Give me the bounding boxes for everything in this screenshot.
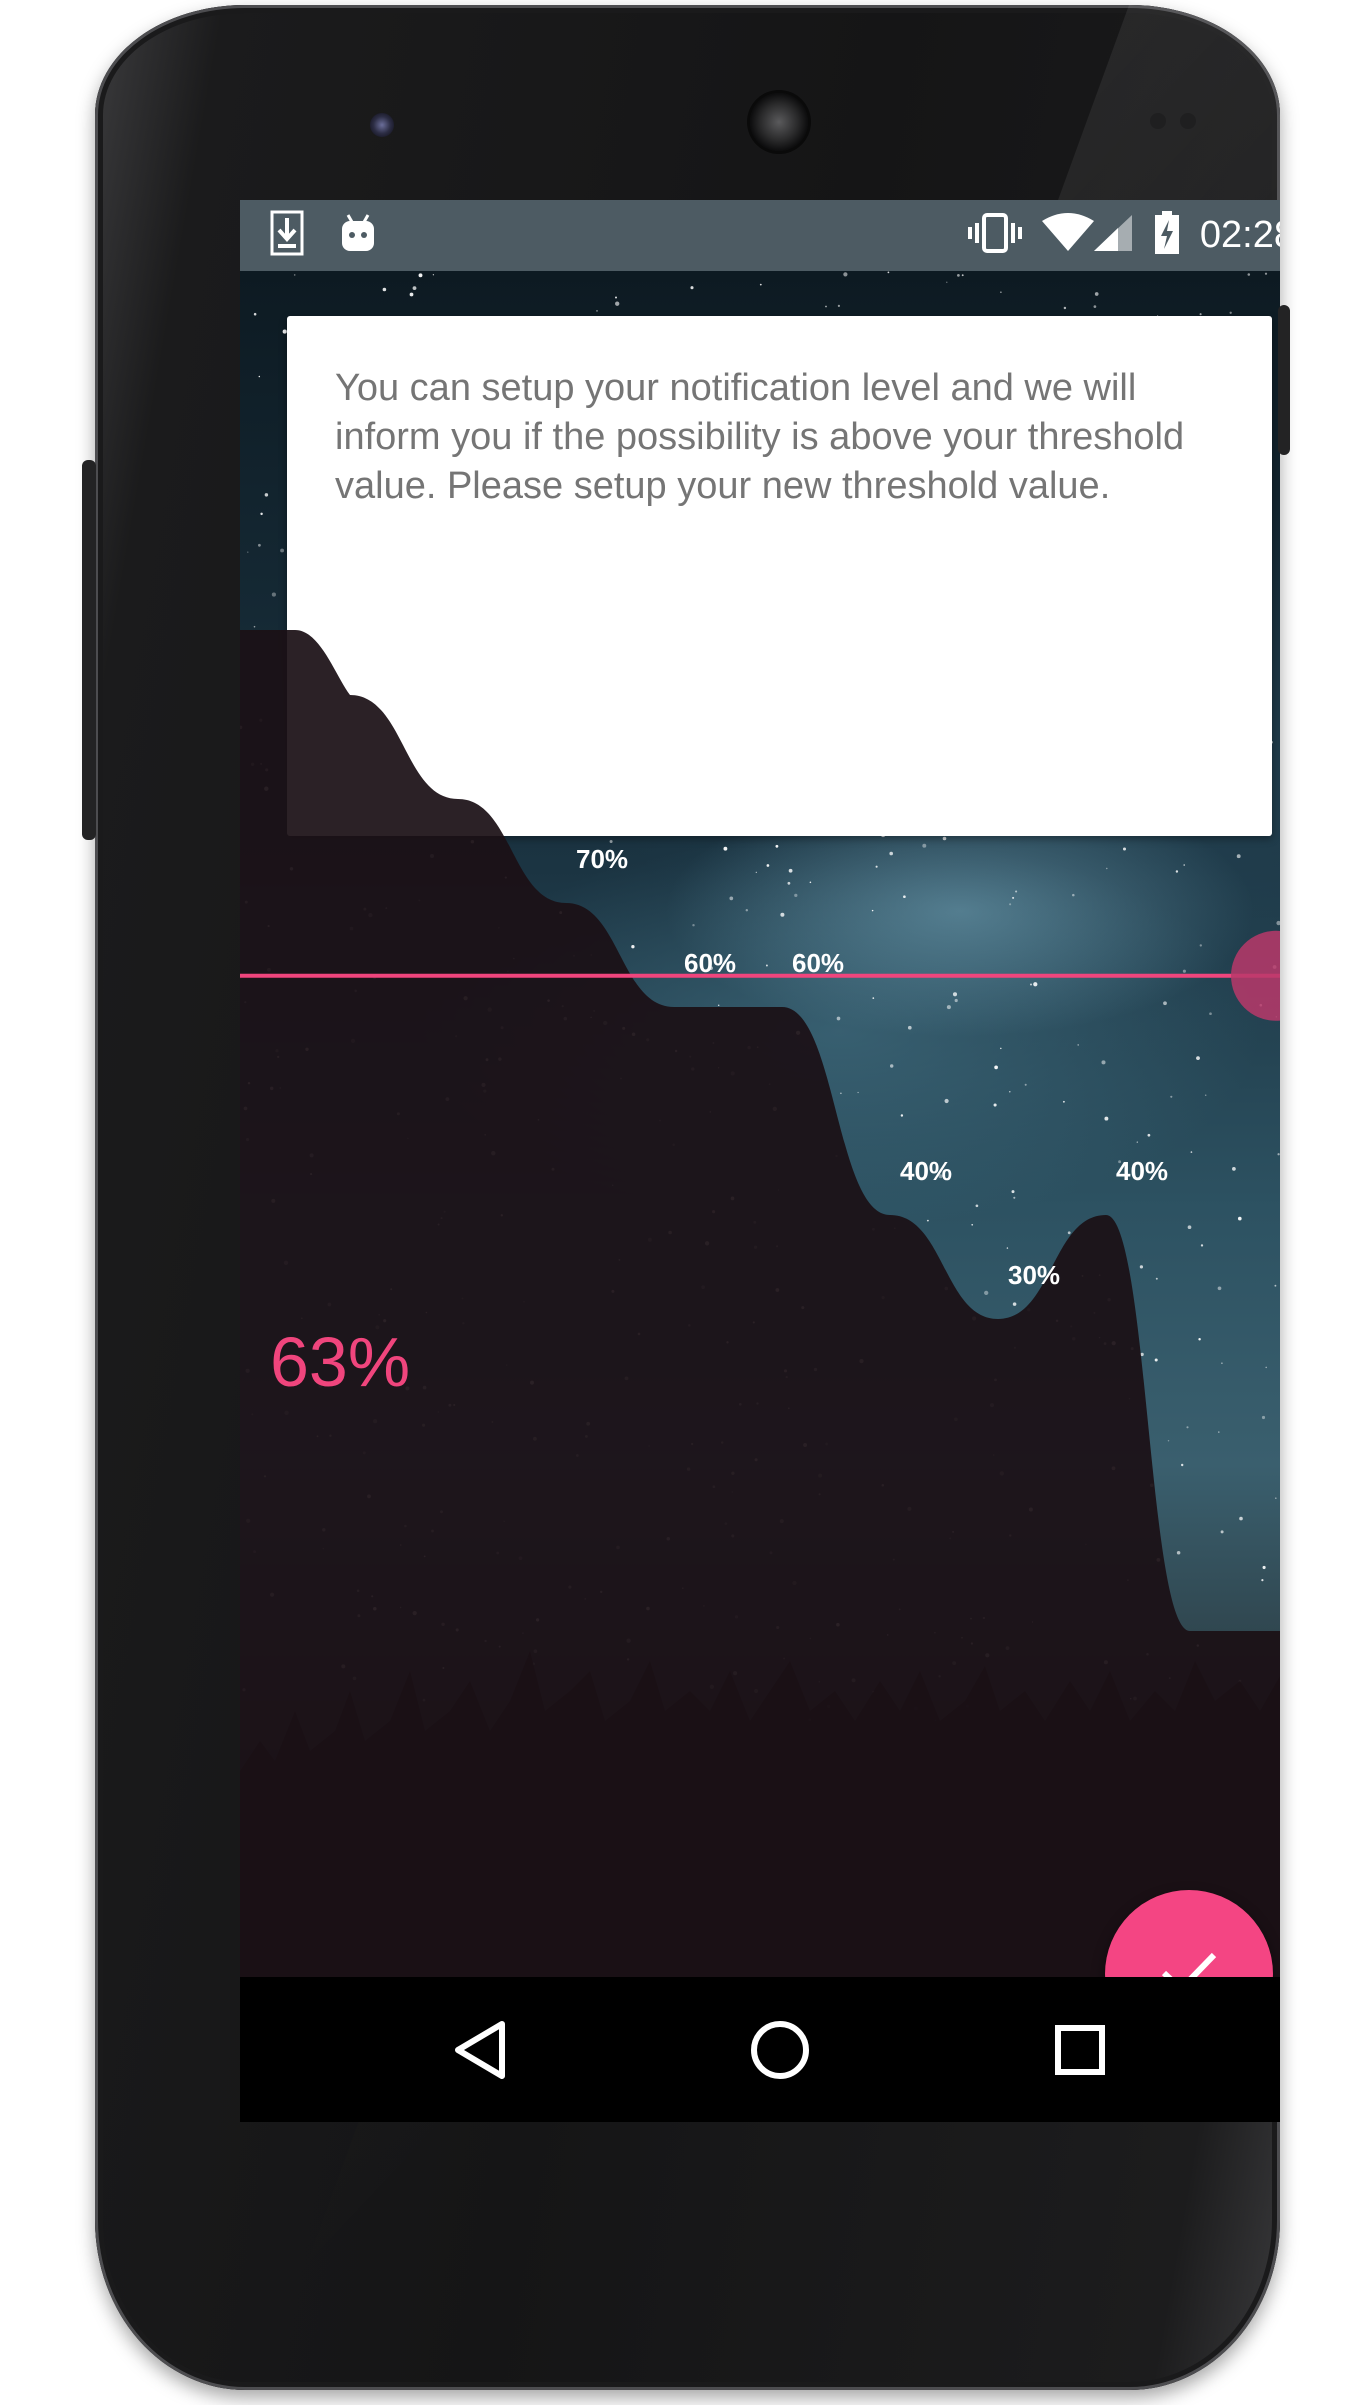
chart-point-label: 40% [1116, 1156, 1168, 1186]
android-icon [340, 213, 376, 257]
power-button [1278, 305, 1290, 455]
status-bar: 02:28 [240, 200, 1280, 271]
back-button[interactable] [440, 2012, 520, 2092]
chart-point-label: 60% [792, 948, 844, 978]
home-icon [749, 2019, 811, 2085]
battery-charging-icon [1154, 211, 1180, 259]
probability-chart[interactable]: 90%80%70%60%60%40%30%40%0% [240, 271, 1280, 1977]
screen: 02:28 You can setup your notification le… [240, 200, 1280, 2122]
navigation-bar [240, 1977, 1280, 2122]
recents-icon [1054, 2024, 1106, 2080]
front-camera [370, 113, 394, 137]
back-icon [452, 2020, 508, 2084]
threshold-value-label: 63% [270, 1323, 411, 1401]
chart-point-label: 30% [1008, 1260, 1060, 1290]
wifi-icon [1041, 213, 1094, 257]
content-area: You can setup your notification level an… [240, 271, 1280, 1977]
chart-point-label: 70% [576, 844, 628, 874]
cell-signal-icon [1092, 213, 1134, 257]
proximity-sensor [1150, 113, 1166, 129]
download-icon [270, 210, 304, 260]
volume-rocker [82, 460, 96, 840]
home-button[interactable] [740, 2012, 820, 2092]
chart-area [240, 630, 1280, 1977]
light-sensor [1180, 113, 1196, 129]
phone-device: 02:28 You can setup your notification le… [95, 5, 1280, 2390]
chart-point-label: 90% [360, 636, 412, 666]
chart-point-label: 80% [468, 740, 520, 770]
chart-point-label: 40% [900, 1156, 952, 1186]
vibrate-icon [967, 213, 1022, 257]
chart-point-label: 60% [684, 948, 736, 978]
earpiece-speaker [750, 93, 808, 151]
status-clock: 02:28 [1199, 213, 1280, 256]
recents-button[interactable] [1040, 2012, 1120, 2092]
threshold-slider-handle [1231, 930, 1280, 1021]
